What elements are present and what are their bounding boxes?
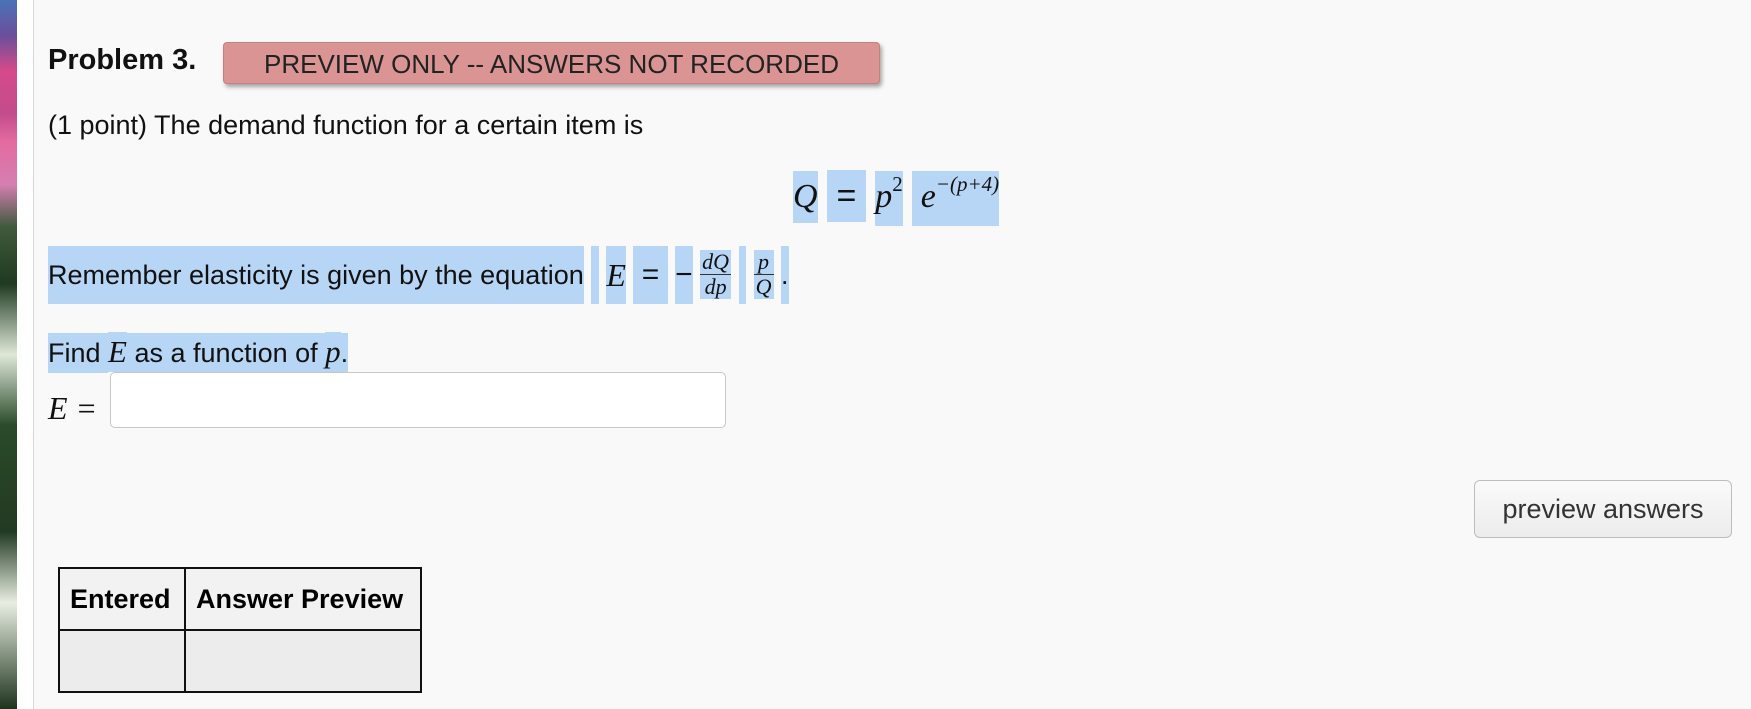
elasticity-reminder: Remember elasticity is given by the equa… (48, 244, 789, 304)
header-entered: Entered (58, 567, 186, 631)
answer-input[interactable] (110, 372, 726, 428)
header-answer-preview: Answer Preview (184, 567, 422, 631)
cell-entered (58, 629, 186, 693)
fraction-dq-dp: dQ dp (700, 249, 732, 300)
preview-answers-button[interactable]: preview answers (1474, 480, 1732, 538)
cell-answer-preview (184, 629, 422, 693)
reminder-period: . (781, 245, 789, 304)
table-row (58, 629, 422, 693)
demand-equation: Q = p2 e−(p+4) (793, 170, 1000, 226)
eq-exp-base: e−(p+4) (912, 171, 1000, 226)
reminder-var-e: E (606, 245, 626, 304)
find-var-p: p (325, 332, 341, 372)
eq-lhs: Q (793, 171, 818, 223)
eq-base: p2 (875, 171, 903, 226)
reminder-equals: = (633, 245, 668, 304)
fraction-p-q: p Q (753, 249, 774, 300)
problem-title: Problem 3. (48, 44, 197, 76)
background-strip (0, 0, 17, 709)
preview-only-badge: PREVIEW ONLY -- ANSWERS NOT RECORDED (223, 42, 880, 84)
find-var-e: E (108, 332, 127, 372)
results-table: Entered Answer Preview (58, 567, 422, 693)
results-header-row: Entered Answer Preview (58, 567, 422, 631)
problem-intro: (1 point) The demand function for a cert… (48, 110, 644, 140)
reminder-minus: − (675, 245, 693, 304)
reminder-text: Remember elasticity is given by the equa… (48, 245, 584, 304)
answer-label: E = (48, 390, 98, 426)
eq-equals: = (827, 170, 866, 222)
find-instruction: Find E as a function of p. (48, 332, 349, 373)
